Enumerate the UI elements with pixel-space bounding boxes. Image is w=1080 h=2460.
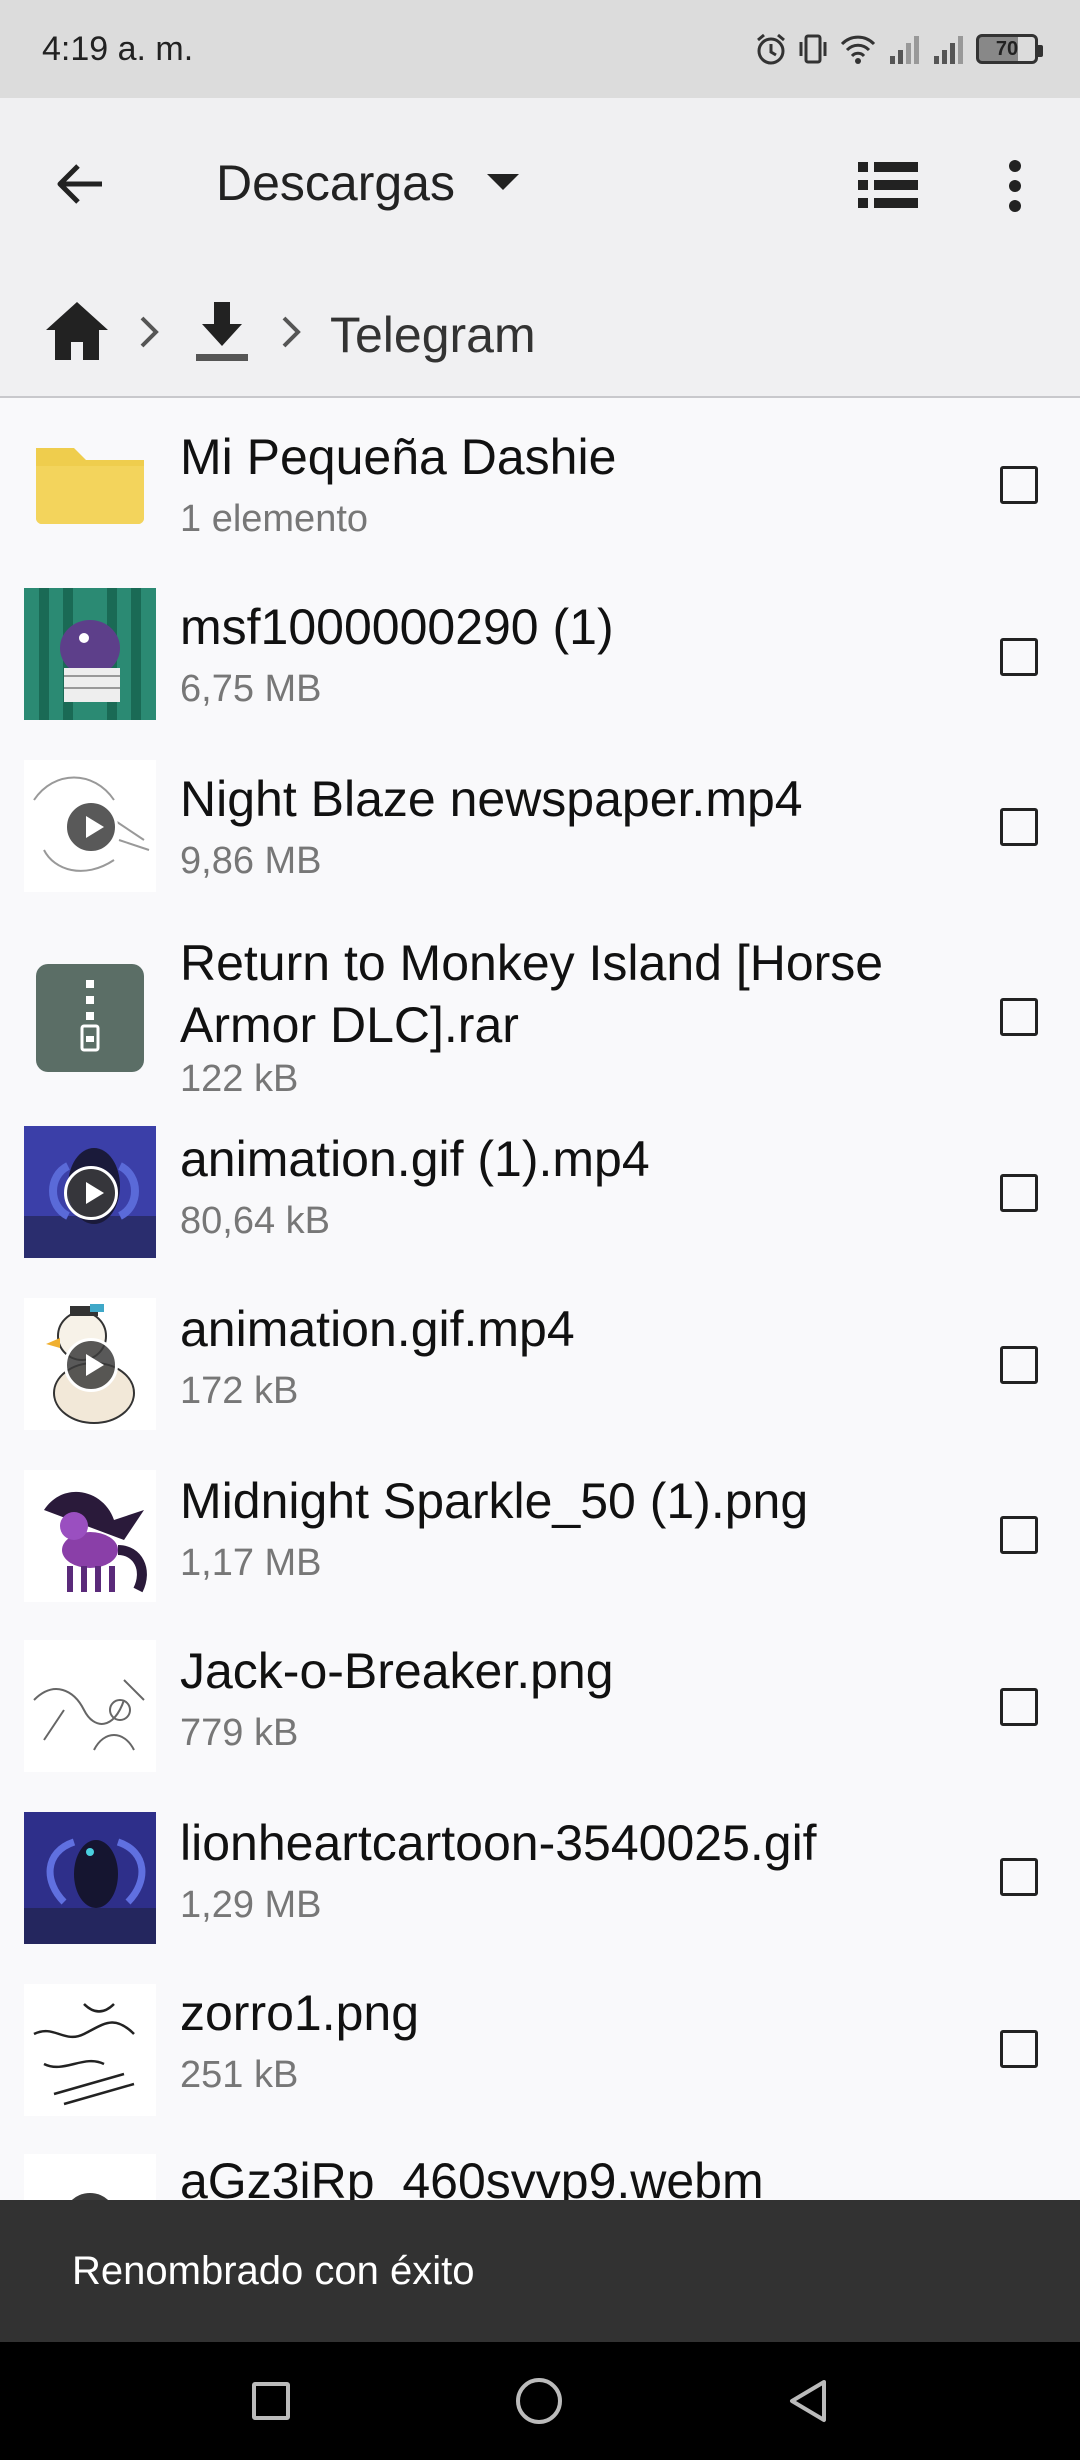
file-name: Jack-o-Breaker.png xyxy=(180,1643,614,1699)
file-meta: 80,64 kB xyxy=(180,1200,330,1242)
location-dropdown[interactable]: Descargas xyxy=(216,154,519,212)
file-meta: 172 kB xyxy=(180,1370,299,1412)
video-thumbnail xyxy=(24,760,156,892)
select-checkbox[interactable] xyxy=(1000,1858,1038,1896)
file-meta: 122 kB xyxy=(180,1058,299,1100)
list-item[interactable]: Jack-o-Breaker.png 779 kB xyxy=(0,1636,1080,1808)
play-icon xyxy=(64,1166,118,1220)
list-view-icon[interactable] xyxy=(858,158,918,212)
list-item[interactable]: Midnight Sparkle_50 (1).png 1,17 MB xyxy=(0,1466,1080,1636)
select-checkbox[interactable] xyxy=(1000,1346,1038,1384)
file-meta: 1,29 MB xyxy=(180,1884,322,1926)
home-icon[interactable] xyxy=(44,300,110,362)
download-icon[interactable] xyxy=(192,300,252,364)
file-meta: 1 elemento xyxy=(180,498,369,540)
file-meta: 9,86 MB xyxy=(180,840,322,882)
chevron-right-icon xyxy=(140,316,159,348)
snackbar-message: Renombrado con éxito xyxy=(72,2248,475,2293)
vibrate-icon xyxy=(799,34,827,64)
select-checkbox[interactable] xyxy=(1000,1174,1038,1212)
list-item[interactable]: Night Blaze newspaper.mp4 9,86 MB xyxy=(0,742,1080,912)
video-thumbnail xyxy=(24,1298,156,1430)
folder-icon xyxy=(24,418,156,550)
select-checkbox[interactable] xyxy=(1000,2030,1038,2068)
file-meta: 251 kB xyxy=(180,2054,299,2096)
image-thumbnail xyxy=(24,588,156,720)
list-item[interactable]: msf1000000290 (1) 6,75 MB xyxy=(0,570,1080,742)
app-bar: Descargas xyxy=(0,98,1080,270)
select-checkbox[interactable] xyxy=(1000,808,1038,846)
breadcrumb-current[interactable]: Telegram xyxy=(330,306,536,364)
file-name: Return to Monkey Island [Horse Armor DLC… xyxy=(180,935,884,1053)
alarm-icon xyxy=(757,33,785,65)
file-list: Mi Pequeña Dashie 1 elemento msf10000002… xyxy=(0,400,1080,2200)
battery-level: 70 xyxy=(995,37,1019,60)
select-checkbox[interactable] xyxy=(1000,1688,1038,1726)
file-name: animation.gif (1).mp4 xyxy=(180,1131,650,1187)
home-circle-icon[interactable] xyxy=(516,2378,562,2424)
file-name: zorro1.png xyxy=(180,1985,420,2041)
file-name: msf1000000290 (1) xyxy=(180,599,614,655)
play-icon xyxy=(64,800,118,854)
select-checkbox[interactable] xyxy=(1000,1516,1038,1554)
list-item[interactable]: lionheartcartoon-3540025.gif 1,29 MB xyxy=(0,1808,1080,1978)
system-nav-bar xyxy=(0,2342,1080,2460)
battery-icon: 70 xyxy=(976,34,1043,64)
file-meta: 1,17 MB xyxy=(180,1542,322,1584)
list-item[interactable]: animation.gif.mp4 172 kB xyxy=(0,1294,1080,1466)
video-thumbnail xyxy=(24,1126,156,1258)
image-thumbnail xyxy=(24,1470,156,1602)
status-time: 4:19 a. m. xyxy=(42,29,194,68)
chevron-right-icon xyxy=(282,316,301,348)
file-meta: 6,75 MB xyxy=(180,668,322,710)
list-item[interactable]: animation.gif (1).mp4 80,64 kB xyxy=(0,1124,1080,1294)
back-arrow-icon[interactable] xyxy=(50,154,110,214)
snackbar: Renombrado con éxito xyxy=(0,2200,1080,2342)
video-thumbnail xyxy=(24,2154,156,2200)
play-icon xyxy=(64,1338,118,1392)
wifi-icon xyxy=(840,35,876,64)
list-item[interactable]: zorro1.png 251 kB xyxy=(0,1978,1080,2150)
image-thumbnail xyxy=(24,1812,156,1944)
image-thumbnail xyxy=(24,1640,156,1772)
dropdown-arrow-icon xyxy=(487,174,519,190)
file-name: aGz3iRp_460svvp9.webm xyxy=(180,2153,764,2200)
list-item[interactable]: Mi Pequeña Dashie 1 elemento xyxy=(0,400,1080,570)
archive-icon xyxy=(24,952,156,1084)
list-item[interactable]: Return to Monkey Island [Horse Armor DLC… xyxy=(0,912,1080,1124)
select-checkbox[interactable] xyxy=(1000,466,1038,504)
file-name: Night Blaze newspaper.mp4 xyxy=(180,771,803,827)
signal-icon xyxy=(934,36,963,64)
more-vert-icon[interactable] xyxy=(1000,156,1030,216)
file-meta: 779 kB xyxy=(180,1712,299,1754)
status-bar: 4:19 a. m. 70 xyxy=(0,0,1080,98)
status-icons: 70 xyxy=(754,32,1043,66)
signal-icon xyxy=(890,36,919,64)
image-thumbnail xyxy=(24,1984,156,2116)
file-name: Mi Pequeña Dashie xyxy=(180,429,617,485)
back-triangle-icon[interactable] xyxy=(784,2376,834,2426)
file-name: Midnight Sparkle_50 (1).png xyxy=(180,1473,809,1529)
file-name: lionheartcartoon-3540025.gif xyxy=(180,1815,817,1871)
breadcrumb: Telegram xyxy=(0,270,1080,398)
recents-icon[interactable] xyxy=(252,2382,290,2420)
select-checkbox[interactable] xyxy=(1000,998,1038,1036)
file-name: animation.gif.mp4 xyxy=(180,1301,575,1357)
list-item[interactable]: aGz3iRp_460svvp9.webm xyxy=(0,2150,1080,2200)
select-checkbox[interactable] xyxy=(1000,638,1038,676)
app-title: Descargas xyxy=(216,155,455,211)
